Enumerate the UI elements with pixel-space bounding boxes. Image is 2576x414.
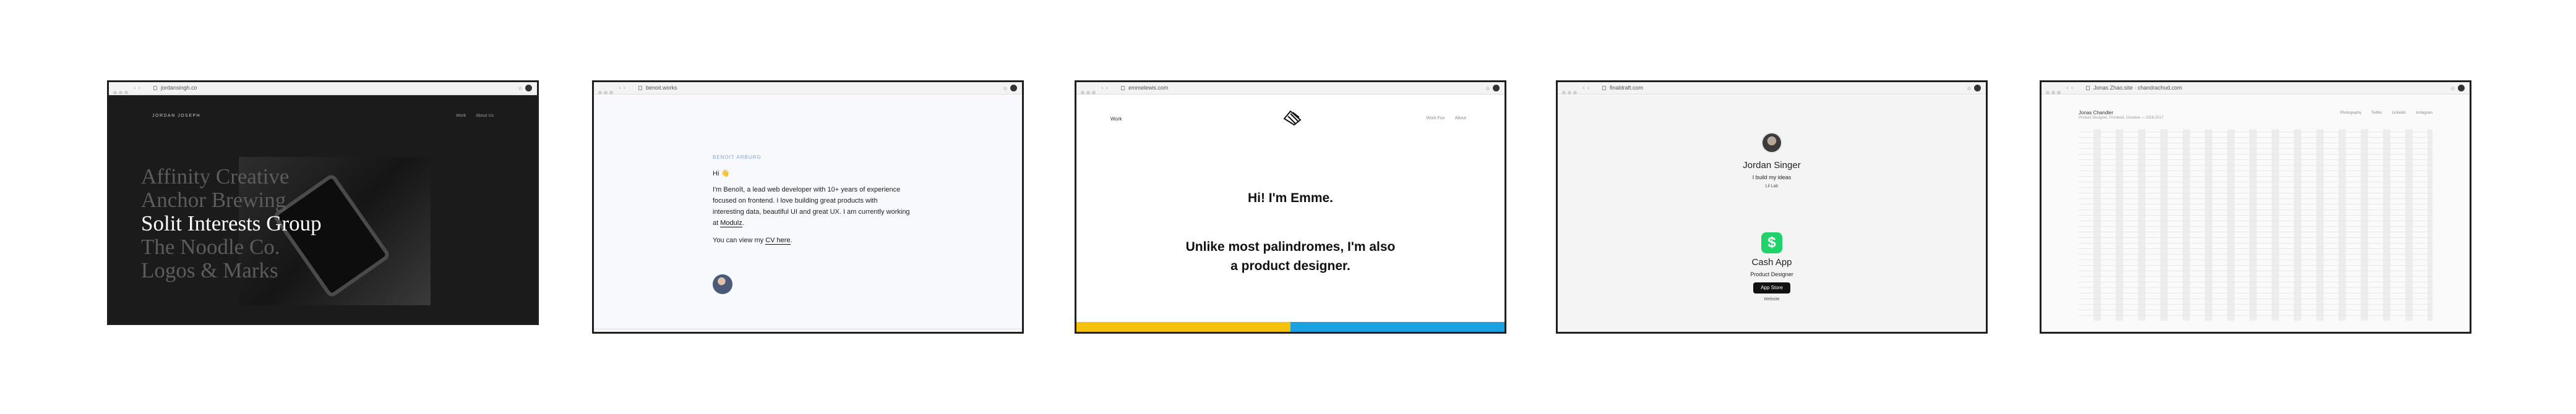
- profile-name: Jordan Singer: [1743, 160, 1801, 171]
- role-label: Product Designer: [1750, 271, 1793, 277]
- app-name: Cash App: [1751, 257, 1792, 268]
- avatar: [713, 274, 732, 294]
- lock-icon: [1121, 86, 1125, 90]
- profile-avatar-icon[interactable]: [1974, 85, 1981, 91]
- right-nav: Work Fun About: [1416, 116, 1466, 120]
- footer-bar-blue: [1290, 322, 1505, 332]
- back-forward-icons[interactable]: ‹›: [1582, 85, 1592, 91]
- project-link-active[interactable]: Solit Interests Group: [141, 211, 322, 236]
- profile-avatar-icon[interactable]: [1493, 85, 1500, 91]
- profile-avatar-icon[interactable]: [1010, 85, 1017, 91]
- app-section: $ Cash App Product Designer App Store We…: [1558, 232, 1986, 302]
- page-viewport: JORDAN JOSEPH Work About Us Affinity Crea…: [109, 95, 537, 323]
- browser-toolbar: ‹› jordansingh.co ☆: [109, 82, 537, 95]
- lab-link[interactable]: Lil Lab: [1558, 184, 1986, 188]
- screenshot-portfolio-dark: ‹› jordansingh.co ☆ JORDAN JOSEPH Work Ab…: [107, 80, 539, 325]
- site-logo[interactable]: JORDAN JOSEPH: [152, 114, 200, 118]
- project-link[interactable]: Anchor Brewing: [141, 188, 286, 213]
- nav-link-about[interactable]: About: [1455, 116, 1466, 120]
- browser-toolbar: ‹› finaldraft.com ☆: [1558, 82, 1986, 95]
- hero-subheading: Unlike most palindromes, I'm also a prod…: [1185, 240, 1396, 273]
- screenshot-profile-card: ‹› finaldraft.com ☆ Jordan Singer I buil…: [1556, 80, 1988, 334]
- lock-icon: [638, 86, 642, 90]
- screenshot-data-table: ‹› Jonas Zhao.site · chandrachud.com ☆ J…: [2040, 80, 2471, 334]
- nav-link-instagram[interactable]: Instagram: [2416, 111, 2432, 115]
- back-forward-icons[interactable]: ‹›: [2066, 85, 2076, 91]
- lock-icon: [153, 86, 157, 90]
- extension-icons[interactable]: ☆: [518, 85, 532, 92]
- address-bar[interactable]: emmelewis.com: [1128, 85, 1169, 91]
- cv-link[interactable]: CV here: [765, 237, 791, 245]
- extension-icons[interactable]: ☆: [1967, 85, 1981, 92]
- extension-icons[interactable]: ☆: [1485, 85, 1500, 92]
- intro-paragraph: I'm Benoît, a lead web developer with 10…: [713, 184, 911, 229]
- lock-icon: [2086, 86, 2090, 90]
- bio-block: BENOIT ARBURG Hi 👋 I'm Benoît, a lead we…: [713, 152, 911, 252]
- back-forward-icons[interactable]: ‹›: [619, 85, 628, 91]
- back-forward-icons[interactable]: ‹›: [134, 85, 143, 91]
- app-store-badge[interactable]: App Store: [1753, 282, 1790, 294]
- cv-paragraph: You can view my CV here.: [713, 235, 911, 246]
- page-viewport: Jonas Chandler Product Designer, Fronten…: [2041, 95, 2470, 332]
- footer-bar-yellow: [1076, 322, 1290, 332]
- page-viewport: Work Work Fun About Hi! I'm Emme. Unlike …: [1076, 95, 1505, 332]
- text-grid: [2079, 129, 2432, 321]
- extension-icons[interactable]: ☆: [1003, 85, 1017, 92]
- greeting: Hi 👋: [713, 170, 730, 177]
- project-link[interactable]: Affinity Creative: [141, 164, 289, 189]
- website-link[interactable]: Website: [1558, 297, 1986, 302]
- browser-toolbar: ‹› benoit.works ☆: [594, 82, 1022, 95]
- nav-link-about[interactable]: About Us: [476, 114, 494, 118]
- page-title: Jonas Chandler: [2079, 110, 2114, 116]
- nav-link-work-fun[interactable]: Work Fun: [1426, 116, 1445, 120]
- nav-link-work[interactable]: Work: [456, 114, 466, 118]
- company-link[interactable]: Modulz: [720, 219, 742, 227]
- avatar: [1761, 132, 1782, 153]
- intro-end: .: [742, 219, 744, 227]
- profile-avatar-icon[interactable]: [525, 85, 532, 91]
- address-bar[interactable]: Jonas Zhao.site · chandrachud.com: [2093, 85, 2182, 91]
- cv-end: .: [790, 237, 792, 244]
- page-subtitle: Product Designer, Frontend, Creative — 2…: [2079, 116, 2164, 120]
- page-viewport: Jordan Singer I build my ideas Lil Lab $…: [1558, 95, 1986, 332]
- top-nav: Work About Us: [446, 114, 494, 118]
- address-bar[interactable]: benoit.works: [646, 85, 677, 91]
- back-forward-icons[interactable]: ‹›: [1101, 85, 1110, 91]
- nav-link-photography[interactable]: Photography: [2340, 111, 2361, 115]
- screenshot-developer-bio: ‹› benoit.works ☆ BENOIT ARBURG Hi 👋 I'm…: [592, 80, 1024, 334]
- browser-toolbar: ‹› emmelewis.com ☆: [1076, 82, 1505, 95]
- nav-link-twitter[interactable]: Twitter: [2371, 111, 2382, 115]
- screenshot-designer-landing: ‹› emmelewis.com ☆ Work Work Fun About Hi…: [1075, 80, 1506, 334]
- project-link[interactable]: Logos & Marks: [141, 258, 278, 283]
- cash-app-icon[interactable]: $: [1761, 232, 1782, 253]
- project-link[interactable]: The Noodle Co.: [141, 235, 280, 260]
- page-viewport: BENOIT ARBURG Hi 👋 I'm Benoît, a lead we…: [594, 95, 1022, 332]
- top-nav: Photography Twitter LinkedIn Instagram: [2330, 111, 2432, 115]
- profile-avatar-icon[interactable]: [2458, 85, 2465, 91]
- address-bar[interactable]: finaldraft.com: [1610, 85, 1643, 91]
- author-name: BENOIT ARBURG: [713, 154, 762, 160]
- browser-toolbar: ‹› Jonas Zhao.site · chandrachud.com ☆: [2041, 82, 2470, 95]
- brand-logo-icon[interactable]: [1283, 110, 1302, 126]
- profile-section: Jordan Singer I build my ideas Lil Lab: [1558, 132, 1986, 188]
- cv-prefix: You can view my: [713, 237, 766, 244]
- hero-heading: Hi! I'm Emme.: [1247, 191, 1334, 205]
- lock-icon: [1602, 86, 1606, 90]
- profile-tagline: I build my ideas: [1752, 174, 1792, 180]
- nav-link-linkedin[interactable]: LinkedIn: [2392, 111, 2406, 115]
- address-bar[interactable]: jordansingh.co: [161, 85, 197, 91]
- nav-link-work[interactable]: Work: [1110, 116, 1122, 122]
- extension-icons[interactable]: ☆: [2450, 85, 2465, 92]
